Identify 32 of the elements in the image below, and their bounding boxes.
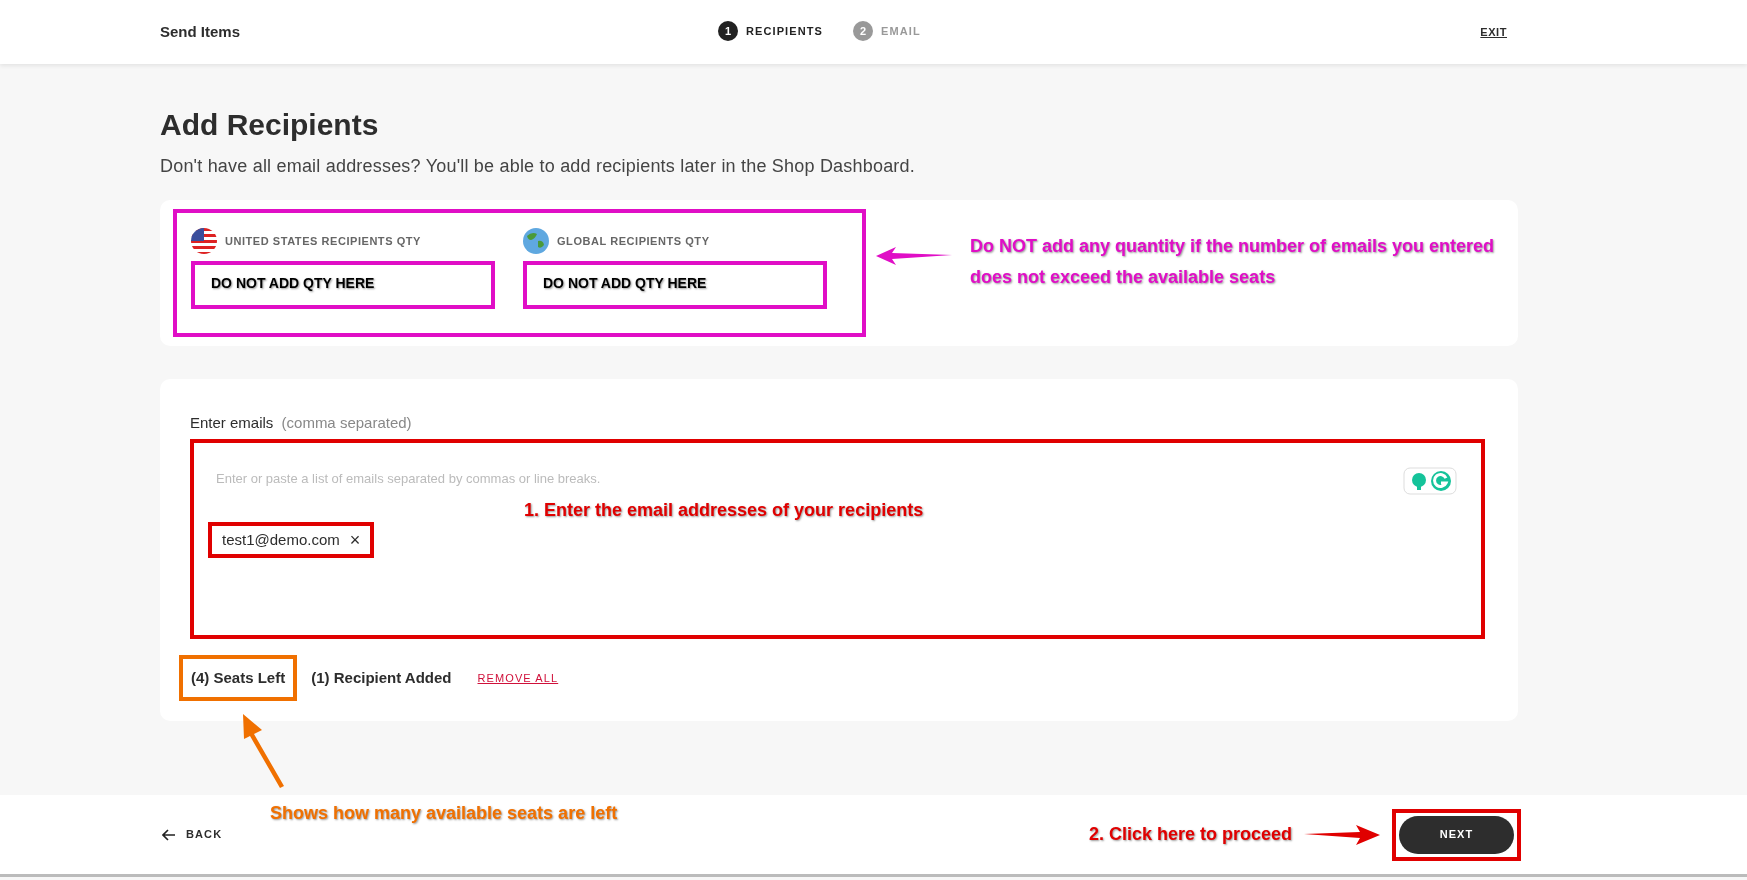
- step-label[interactable]: RECIPIENTS: [746, 22, 823, 40]
- back-arrow-icon: [162, 828, 176, 841]
- annotation-text: 2. Click here to proceed: [1088, 823, 1292, 846]
- step-number: 2: [853, 21, 873, 41]
- annotation-text: DO NOT ADD QTY HERE: [211, 275, 375, 291]
- back-link[interactable]: BACK: [162, 826, 223, 843]
- quantity-field[interactable]: DO NOT ADD QTY HERE: [191, 261, 495, 309]
- email-text: test1@demo.com: [222, 529, 340, 550]
- page-heading: Add Recipients: [160, 107, 380, 143]
- field-label: UNITED STATES RECIPIENTS QTY: [225, 233, 421, 249]
- exit-link[interactable]: EXIT: [1480, 23, 1507, 41]
- annotation-text: Shows how many available seats are left: [270, 802, 618, 825]
- field-hint: (comma separated): [281, 414, 412, 431]
- seats-left-text: (4) Seats Left: [179, 654, 298, 701]
- annotation-text: DO NOT ADD QTY HERE: [543, 275, 707, 291]
- recipients-added-text: (1) Recipient Added: [311, 667, 452, 688]
- remove-all-link[interactable]: REMOVE ALL: [477, 669, 559, 686]
- extension-icon[interactable]: [1403, 466, 1457, 495]
- remove-button[interactable]: ×: [349, 526, 361, 554]
- quantity-field[interactable]: DO NOT ADD QTY HERE: [523, 261, 827, 309]
- annotation-text: Do NOT add any quantity if the number of emails you entered does not exceed the available seats: [970, 235, 1495, 289]
- globe-icon: [523, 228, 549, 254]
- field-label: Enter emails: [190, 414, 274, 431]
- page-title: Send Items: [160, 21, 241, 42]
- step-number: 1: [718, 21, 738, 41]
- page-subtitle: Don't have all email addresses? You'll be able to add recipients later in the Shop Dashboard.: [160, 155, 916, 178]
- email-field[interactable]: Enter or paste a list of emails separated by commas or line breaks. test1@demo.com × 1. Enter the email addresses of your recipients: [190, 438, 1485, 639]
- field-label: GLOBAL RECIPIENTS QTY: [557, 233, 710, 249]
- next-button[interactable]: NEXT: [1399, 815, 1514, 854]
- placeholder-text: Enter or paste a list of emails separated by commas or line breaks.: [216, 469, 601, 488]
- flag-icon: [191, 228, 217, 254]
- annotation-text: 1. Enter the email addresses of your recipients: [524, 498, 924, 522]
